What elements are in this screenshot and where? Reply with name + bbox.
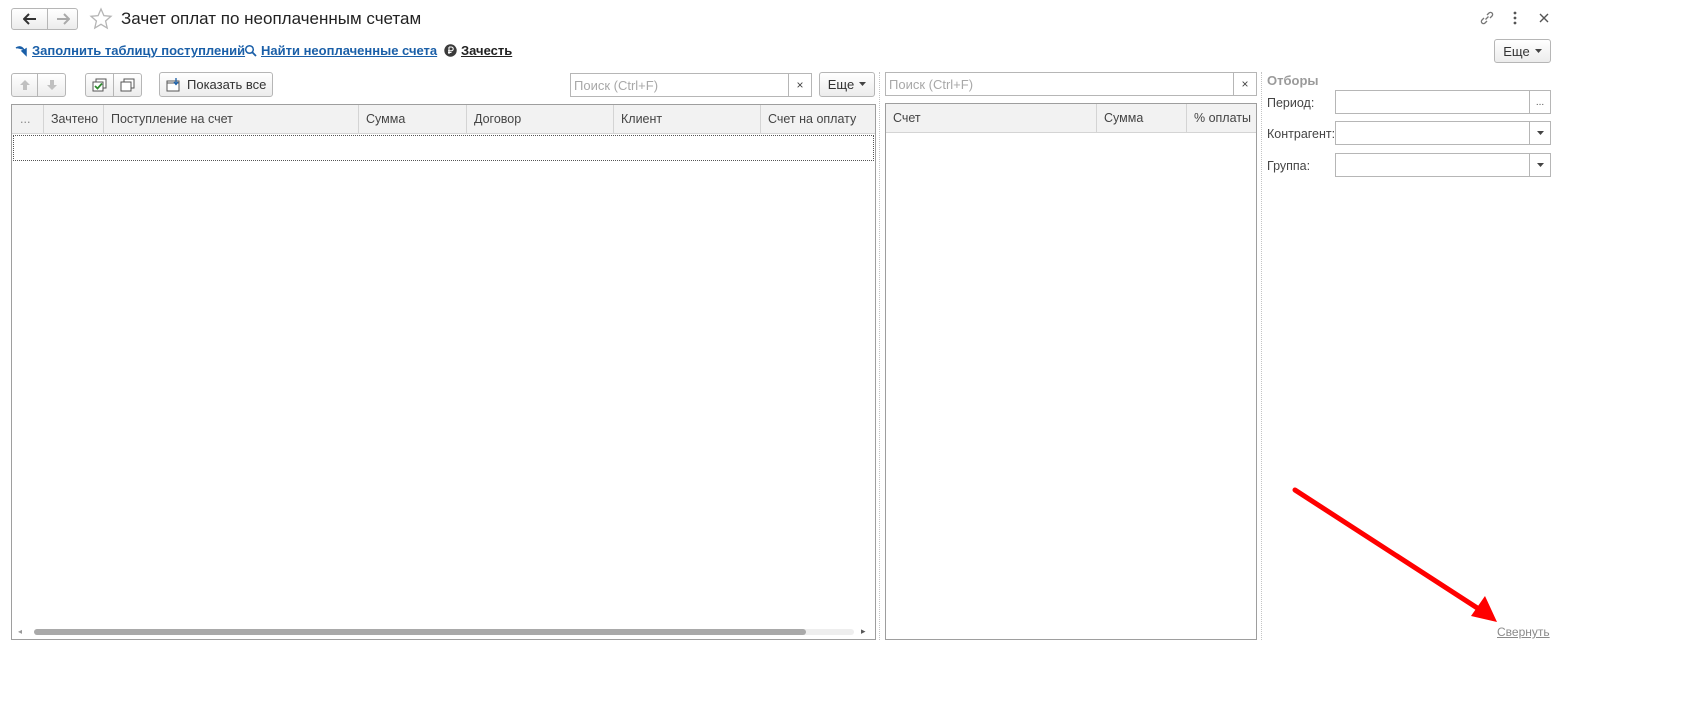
column-header-receipt[interactable]: Поступление на счет [104, 105, 359, 133]
more-top-button[interactable]: Еще [1494, 39, 1551, 63]
right-search-box: × [885, 72, 1257, 96]
left-search-input[interactable] [571, 75, 788, 95]
column-header-offset[interactable]: Зачтено [44, 105, 104, 133]
left-more-label: Еще [827, 77, 855, 92]
close-icon[interactable] [1537, 11, 1551, 25]
panel-splitter[interactable] [879, 72, 880, 640]
invoices-table-header: Счет Сумма % оплаты [886, 104, 1256, 133]
check-all-button[interactable] [85, 73, 114, 97]
table-row[interactable] [13, 135, 874, 161]
search-icon [244, 44, 257, 57]
payments-table-header: ... Зачтено Поступление на счет Сумма До… [12, 105, 875, 134]
column-header-invoice[interactable]: Счет на оплату [761, 105, 875, 133]
offset-link[interactable]: Зачесть [461, 43, 512, 58]
show-all-label: Показать все [187, 77, 267, 92]
left-search-box: × [570, 73, 812, 97]
chevron-down-icon [1536, 130, 1544, 135]
uncheck-all-icon [120, 78, 135, 92]
column-header-invoice[interactable]: Счет [886, 104, 1097, 132]
ruble-icon [444, 44, 457, 57]
uncheck-all-button[interactable] [113, 73, 142, 97]
offset-command[interactable]: Зачесть [444, 43, 512, 58]
invoices-table[interactable]: Счет Сумма % оплаты [885, 103, 1257, 640]
counterparty-field[interactable] [1335, 121, 1551, 145]
arrow-left-icon [22, 13, 36, 25]
payments-table[interactable]: ... Зачтено Поступление на счет Сумма До… [11, 104, 876, 640]
column-header-client[interactable]: Клиент [614, 105, 761, 133]
period-field[interactable]: ... [1335, 90, 1551, 114]
find-unpaid-link[interactable]: Найти неоплаченные счета [261, 43, 437, 58]
fill-table-command[interactable]: Заполнить таблицу поступлений [14, 43, 245, 58]
find-unpaid-command[interactable]: Найти неоплаченные счета [244, 43, 437, 58]
group-field[interactable] [1335, 153, 1551, 177]
chevron-down-icon [1536, 162, 1544, 167]
forward-button[interactable] [47, 8, 78, 30]
scroll-right-arrow-icon[interactable]: ▸ [861, 626, 866, 637]
horizontal-scrollbar[interactable]: ◂ ▸ [12, 625, 875, 639]
link-icon[interactable] [1479, 10, 1495, 26]
left-more-button[interactable]: Еще [819, 72, 875, 97]
back-button[interactable] [11, 8, 48, 30]
filters-title: Отборы [1267, 73, 1319, 88]
favorite-star-icon[interactable] [89, 7, 113, 31]
red-arrow-annotation [1292, 487, 1497, 622]
group-label: Группа: [1267, 159, 1311, 173]
show-all-icon [166, 77, 180, 91]
arrow-right-icon [56, 13, 70, 25]
move-up-button[interactable] [11, 73, 38, 97]
collapse-link[interactable]: Свернуть [1497, 625, 1550, 639]
counterparty-dropdown-button[interactable] [1529, 122, 1550, 144]
check-all-icon [92, 78, 107, 92]
column-header-marker[interactable]: ... [12, 105, 44, 133]
right-search-clear-button[interactable]: × [1233, 73, 1256, 95]
column-header-amount[interactable]: Сумма [1097, 104, 1187, 132]
chevron-down-icon [859, 82, 867, 86]
filters-splitter[interactable] [1261, 72, 1262, 640]
more-top-label: Еще [1503, 43, 1530, 59]
period-select-button[interactable]: ... [1529, 91, 1550, 113]
arrow-up-icon [19, 80, 30, 90]
chevron-down-icon [1534, 48, 1542, 53]
column-header-payment-percent[interactable]: % оплаты [1187, 104, 1256, 132]
left-search-clear-button[interactable]: × [788, 74, 811, 96]
scrollbar-thumb[interactable] [34, 629, 806, 635]
group-dropdown-button[interactable] [1529, 154, 1550, 176]
show-all-button[interactable]: Показать все [159, 72, 273, 97]
fill-table-link[interactable]: Заполнить таблицу поступлений [32, 43, 245, 58]
counterparty-label: Контрагент: [1267, 127, 1336, 141]
column-header-contract[interactable]: Договор [467, 105, 614, 133]
fill-arrow-icon [15, 45, 27, 57]
page-title: Зачет оплат по неоплаченным счетам [121, 9, 422, 28]
right-search-input[interactable] [886, 74, 1233, 94]
move-down-button[interactable] [37, 73, 66, 97]
arrow-down-icon [46, 80, 57, 90]
scroll-left-arrow-icon[interactable]: ◂ [18, 627, 22, 636]
column-header-amount[interactable]: Сумма [359, 105, 467, 133]
more-vertical-icon[interactable] [1508, 10, 1522, 26]
period-label: Период: [1267, 96, 1315, 110]
